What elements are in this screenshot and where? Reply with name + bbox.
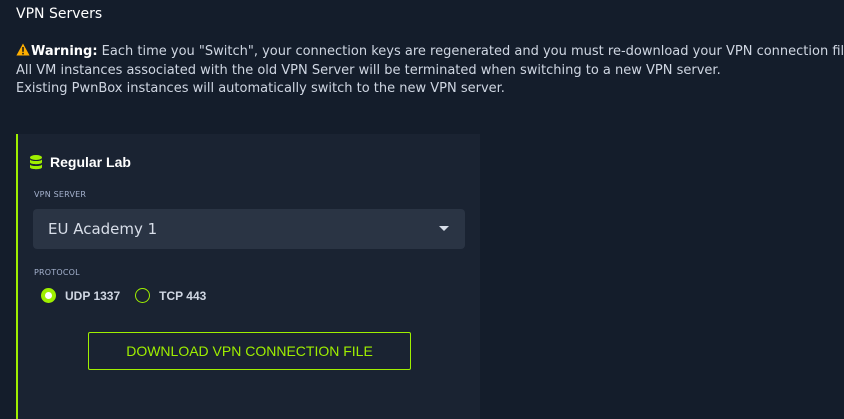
vpn-server-value: EU Academy 1 xyxy=(48,220,158,238)
protocol-option-tcp[interactable]: TCP 443 xyxy=(135,288,206,303)
warning-triangle-icon xyxy=(16,43,30,56)
warning-text-2: All VM instances associated with the old… xyxy=(16,62,721,78)
protocol-option-udp[interactable]: UDP 1337 xyxy=(41,288,120,303)
protocol-label: PROTOCOL xyxy=(34,268,80,277)
page-title: VPN Servers xyxy=(16,6,103,22)
card-title: Regular Lab xyxy=(50,154,131,170)
radio-unselected-icon[interactable] xyxy=(135,288,151,303)
warning-line-1: Warning: Each time you "Switch", your co… xyxy=(16,43,844,62)
vpn-servers-page: VPN Servers Warning: Each time you "Swit… xyxy=(0,0,844,419)
warning-text-3: Existing PwnBox instances will automatic… xyxy=(16,81,505,96)
vpn-server-label: VPN SERVER xyxy=(34,190,87,199)
warning-text-1: Each time you "Switch", your connection … xyxy=(101,44,844,59)
warning-notice: Warning: Each time you "Switch", your co… xyxy=(16,43,844,99)
protocol-option-label: UDP 1337 xyxy=(65,288,121,303)
regular-lab-card: Regular Lab VPN SERVER EU Academy 1 PROT… xyxy=(16,134,480,419)
radio-selected-icon[interactable] xyxy=(41,288,56,303)
card-header: Regular Lab xyxy=(30,154,131,170)
database-icon xyxy=(30,154,42,169)
vpn-server-select[interactable]: EU Academy 1 xyxy=(33,209,465,249)
protocol-option-label: TCP 443 xyxy=(159,288,207,303)
protocol-radio-group: UDP 1337 TCP 443 xyxy=(41,288,221,303)
warning-label: Warning: xyxy=(31,44,98,59)
download-vpn-file-button[interactable]: DOWNLOAD VPN CONNECTION FILE xyxy=(88,332,411,370)
caret-down-icon xyxy=(439,226,449,231)
